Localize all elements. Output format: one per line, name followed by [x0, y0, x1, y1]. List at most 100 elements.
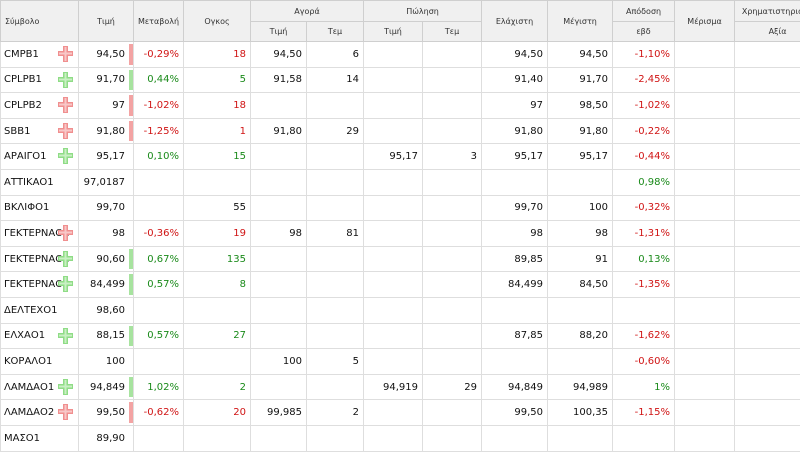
high-cell: 100,35: [547, 399, 614, 426]
trend-up-icon: [57, 71, 74, 89]
symbol-label: ΑΡΑΙΓΟ1: [4, 151, 47, 163]
header-change[interactable]: Μεταβολή: [133, 0, 184, 42]
buy-price-cell: [250, 296, 307, 324]
buy-qty-cell: [305, 92, 365, 119]
symbol-cell[interactable]: ΔΕΛΤΕΧΟ1: [0, 296, 79, 324]
symbol-cell[interactable]: ΑΤΤΙΚΑΟ1: [0, 168, 79, 196]
header-high[interactable]: Μέγιστη: [547, 0, 614, 42]
symbol-cell[interactable]: ΛΑΜΔΑΟ2: [0, 399, 79, 426]
table-row[interactable]: ΓΕΚΤΕΡΝΑΟ1 98 -0,36% 19 98 81 98 98 -1,31%: [0, 220, 800, 247]
market-value-cell: [734, 41, 800, 68]
symbol-cell[interactable]: ΜΑΣΟ1: [0, 424, 79, 452]
table-row[interactable]: ΛΑΜΔΑΟ1 94,849 1,02% 2 94,919 29 94,849 94,989 1…: [0, 373, 800, 401]
volume-cell: 135: [183, 245, 251, 273]
buy-qty-cell: [305, 271, 365, 298]
sell-qty-cell: [422, 41, 483, 68]
buy-qty-cell: [305, 322, 365, 350]
symbol-cell[interactable]: ΒΚΛΙΦΟ1: [0, 194, 79, 222]
sell-qty-cell: [422, 117, 483, 145]
price-cell: 91,70: [78, 66, 134, 94]
symbol-label: ΚΟΡΑΛΟ1: [4, 355, 53, 367]
table-row[interactable]: ΚΟΡΑΛΟ1 100 100 5 -0,60%: [0, 348, 800, 375]
low-cell: 94,849: [481, 373, 549, 401]
buy-price-cell: [250, 92, 307, 119]
header-sell-price[interactable]: Τιμή: [363, 21, 424, 42]
price-cell: 94,849: [78, 373, 134, 401]
buy-price-cell: [250, 168, 307, 196]
header-price[interactable]: Τιμή: [78, 0, 134, 42]
buy-price-cell: 98: [250, 220, 307, 247]
header-volume[interactable]: Ογκος: [183, 0, 251, 42]
symbol-label: ΑΤΤΙΚΑΟ1: [4, 176, 54, 188]
change-indicator-bar: [129, 44, 133, 65]
header-symbol[interactable]: Σύμβολο: [0, 0, 79, 42]
dividend-cell: [674, 168, 736, 196]
symbol-cell[interactable]: ΓΕΚΤΕΡΝΑΟ1: [0, 220, 79, 247]
sell-price-cell: [363, 424, 424, 452]
sell-price-cell: [363, 41, 424, 68]
buy-price-cell: [250, 143, 307, 170]
table-row[interactable]: CPLPB1 91,70 0,44% 5 91,58 14 91,40 91,70 -2,45%: [0, 66, 800, 94]
symbol-cell[interactable]: ΛΑΜΔΑΟ1: [0, 373, 79, 401]
trend-down-icon: [57, 45, 74, 63]
header-sell: Πώληση: [363, 0, 483, 22]
header-sell-qty[interactable]: Τεμ: [422, 21, 483, 42]
price-cell: 98,60: [78, 296, 134, 324]
table-row[interactable]: CMPB1 94,50 -0,29% 18 94,50 6 94,50 94,50 -1,10%: [0, 41, 800, 68]
table-row[interactable]: ΕΛΧΑΟ1 88,15 0,57% 27 87,85 88,20 -1,62%: [0, 322, 800, 350]
symbol-cell[interactable]: CMPB1: [0, 41, 79, 68]
dividend-cell: [674, 245, 736, 273]
symbol-cell[interactable]: ΕΛΧΑΟ1: [0, 322, 79, 350]
buy-qty-cell: [305, 424, 365, 452]
table-row[interactable]: ΜΑΣΟ1 89,90: [0, 424, 800, 452]
symbol-cell[interactable]: ΑΡΑΙΓΟ1: [0, 143, 79, 170]
quotes-body: CMPB1 94,50 -0,29% 18 94,50 6 94,50 94,50 -1,10%…: [0, 41, 800, 452]
symbol-cell[interactable]: ΓΕΚΤΕΡΝΑΟ3: [0, 271, 79, 298]
table-row[interactable]: SBB1 91,80 -1,25% 1 91,80 29 91,80 91,80 -0,22%: [0, 117, 800, 145]
table-row[interactable]: ΔΕΛΤΕΧΟ1 98,60: [0, 296, 800, 324]
buy-qty-cell: [305, 245, 365, 273]
sell-price-cell: [363, 399, 424, 426]
dividend-cell: [674, 373, 736, 401]
sell-qty-cell: [422, 194, 483, 222]
market-value-cell: [734, 399, 800, 426]
header-low[interactable]: Ελάχιστη: [481, 0, 549, 42]
sell-qty-cell: [422, 424, 483, 452]
symbol-label: CPLPB1: [4, 74, 42, 86]
header-buy-price[interactable]: Τιμή: [250, 21, 307, 42]
volume-cell: 55: [183, 194, 251, 222]
header-buy-qty[interactable]: Τεμ: [305, 21, 365, 42]
symbol-cell[interactable]: CPLPB2: [0, 92, 79, 119]
symbol-label: ΕΛΧΑΟ1: [4, 330, 46, 342]
dividend-cell: [674, 322, 736, 350]
price-cell: 95,17: [78, 143, 134, 170]
buy-price-cell: 91,80: [250, 117, 307, 145]
table-row[interactable]: ΑΤΤΙΚΑΟ1 97,0187 0,98%: [0, 168, 800, 196]
table-row[interactable]: ΓΕΚΤΕΡΝΑΟ3 84,499 0,57% 8 84,499 84,50 -1,35%: [0, 271, 800, 298]
change-cell: 1,02%: [133, 373, 184, 401]
low-cell: 95,17: [481, 143, 549, 170]
header-market-value-sub: Αξία: [734, 21, 800, 42]
change-cell: 0,44%: [133, 66, 184, 94]
table-row[interactable]: CPLPB2 97 -1,02% 18 97 98,50 -1,02%: [0, 92, 800, 119]
sell-price-cell: [363, 220, 424, 247]
header-market-value[interactable]: Χρηματιστηριακή: [734, 0, 800, 22]
symbol-label: ΜΑΣΟ1: [4, 432, 41, 444]
table-row[interactable]: ΛΑΜΔΑΟ2 99,50 -0,62% 20 99,985 2 99,50 100,35 -1…: [0, 399, 800, 426]
low-cell: 91,80: [481, 117, 549, 145]
symbol-cell[interactable]: SBB1: [0, 117, 79, 145]
table-row[interactable]: ΓΕΚΤΕΡΝΑΟ2 90,60 0,67% 135 89,85 91 0,13%: [0, 245, 800, 273]
dividend-cell: [674, 424, 736, 452]
table-row[interactable]: ΒΚΛΙΦΟ1 99,70 55 99,70 100 -0,32%: [0, 194, 800, 222]
symbol-cell[interactable]: CPLPB1: [0, 66, 79, 94]
buy-qty-cell: 6: [305, 41, 365, 68]
market-value-cell: [734, 348, 800, 375]
symbol-cell[interactable]: ΚΟΡΑΛΟ1: [0, 348, 79, 375]
table-row[interactable]: ΑΡΑΙΓΟ1 95,17 0,10% 15 95,17 3 95,17 95,17 -0,44…: [0, 143, 800, 170]
change-cell: 0,57%: [133, 322, 184, 350]
symbol-cell[interactable]: ΓΕΚΤΕΡΝΑΟ2: [0, 245, 79, 273]
header-yield[interactable]: Απόδοση: [612, 0, 676, 22]
yield-cell: -0,22%: [612, 117, 676, 145]
header-dividend[interactable]: Μέρισμα: [674, 0, 736, 42]
header-buy: Αγορά: [249, 0, 365, 22]
